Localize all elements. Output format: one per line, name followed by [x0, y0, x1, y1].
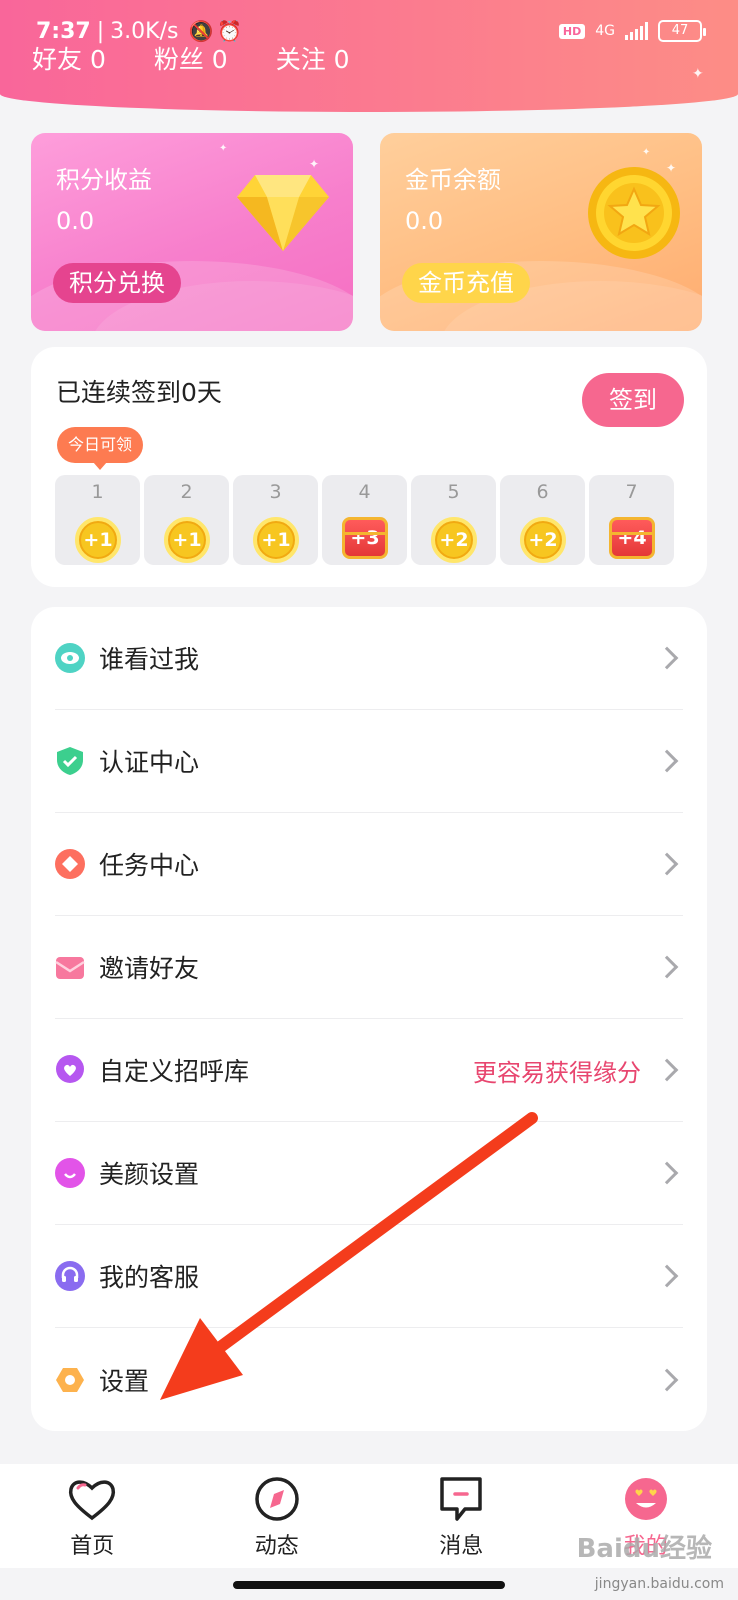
tab-home[interactable]: 首页: [0, 1464, 185, 1568]
fans-count[interactable]: 粉丝 0: [154, 40, 228, 76]
envelope-icon: [55, 952, 85, 982]
eye-icon: [55, 643, 85, 673]
battery-level: 47: [671, 23, 689, 38]
checkin-days: 1 +1 2 +1 3 +1 4 +3 5 +2 6 +2 7 +4: [55, 475, 674, 565]
chevron-right-icon: [655, 1161, 679, 1185]
treasure-chest-icon: +3: [342, 517, 388, 559]
tab-label: 消息: [439, 1534, 484, 1559]
battery-icon: 47: [658, 20, 706, 42]
coin-icon: +2: [431, 517, 477, 563]
checkin-streak: 已连续签到0天: [56, 378, 222, 407]
diamond-icon: [237, 175, 329, 251]
coins-recharge-button[interactable]: 金币充值: [402, 263, 530, 303]
day-number: 6: [536, 481, 549, 503]
day-number: 1: [91, 481, 104, 503]
menu-item-greetings[interactable]: 自定义招呼库 更容易获得缘分: [55, 1019, 683, 1122]
treasure-chest-icon: +4: [609, 517, 655, 559]
chevron-right-icon: [655, 1368, 679, 1391]
checkin-day[interactable]: 6 +2: [500, 475, 585, 565]
menu-item-label: 认证中心: [99, 748, 200, 777]
friends-count[interactable]: 好友 0: [32, 40, 106, 76]
menu-item-label: 谁看过我: [99, 645, 200, 674]
sparkle-icon: ✦: [642, 147, 651, 158]
greetings-hint: 更容易获得缘分: [473, 1058, 641, 1087]
coin-icon: +1: [75, 517, 121, 563]
checkin-day[interactable]: 4 +3: [322, 475, 407, 565]
diamond-task-icon: [55, 849, 85, 879]
coins-value: 0.0: [405, 207, 444, 235]
network-type: 4G: [595, 23, 615, 39]
coins-card[interactable]: ✦ ✦ 金币余额 0.0 金币充值: [380, 133, 702, 331]
coin-icon: +1: [164, 517, 210, 563]
checkin-day[interactable]: 7 +4: [589, 475, 674, 565]
sparkle-icon: ✦: [219, 143, 228, 154]
menu-list: 谁看过我 认证中心 任务中心 邀请好友 自定义招呼库 更容易获得缘分 美颜设置 …: [31, 607, 707, 1431]
menu-item-label: 自定义招呼库: [99, 1057, 250, 1086]
points-title: 积分收益: [56, 166, 152, 194]
menu-item-label: 我的客服: [99, 1263, 200, 1292]
social-stats: 好友 0 粉丝 0 关注 0: [32, 40, 350, 76]
menu-item-who-viewed-me[interactable]: 谁看过我: [55, 607, 683, 710]
chevron-right-icon: [655, 646, 679, 670]
checkin-day[interactable]: 1 +1: [55, 475, 140, 565]
emoji-face-icon: [624, 1478, 667, 1520]
checkin-panel: 已连续签到0天 签到 今日可领 1 +1 2 +1 3 +1 4 +3 5 +2…: [31, 347, 707, 587]
points-exchange-button[interactable]: 积分兑换: [53, 263, 181, 303]
headset-icon: [55, 1261, 85, 1291]
menu-item-beauty[interactable]: 美颜设置: [55, 1122, 683, 1225]
profile-header: 7:37 | 3.0K/s 🔕 ⏰ HD 4G 47 好友 0 粉丝 0 关注 …: [0, 0, 738, 112]
gear-icon: [55, 1365, 85, 1395]
menu-item-label: 设置: [99, 1366, 150, 1396]
chevron-right-icon: [655, 955, 679, 979]
hd-badge: HD: [558, 23, 586, 39]
day-number: 7: [625, 481, 638, 503]
day-number: 3: [269, 481, 282, 503]
tab-label: 动态: [254, 1534, 299, 1559]
chevron-right-icon: [655, 749, 679, 773]
sparkle-icon: ✦: [692, 66, 704, 82]
compass-icon: [255, 1477, 299, 1521]
home-indicator[interactable]: [233, 1581, 505, 1589]
checkin-day[interactable]: 3 +1: [233, 475, 318, 565]
following-count[interactable]: 关注 0: [276, 40, 350, 76]
smile-icon: [55, 1158, 85, 1188]
checkin-day[interactable]: 5 +2: [411, 475, 496, 565]
shield-check-icon: [55, 746, 85, 776]
menu-item-label: 美颜设置: [99, 1160, 200, 1189]
day-number: 5: [447, 481, 460, 503]
today-claimable-tag: 今日可领: [57, 427, 144, 470]
day-number: 4: [358, 481, 371, 503]
coin-icon: +1: [253, 517, 299, 563]
menu-item-customer-service[interactable]: 我的客服: [55, 1225, 683, 1328]
heart-chat-icon: [55, 1055, 85, 1085]
checkin-day[interactable]: 2 +1: [144, 475, 229, 565]
menu-item-verification[interactable]: 认证中心: [55, 710, 683, 813]
tab-moments[interactable]: 动态: [185, 1464, 370, 1568]
tab-messages[interactable]: 消息: [369, 1464, 554, 1568]
chevron-right-icon: [655, 1058, 679, 1082]
chevron-right-icon: [655, 1264, 679, 1288]
points-card[interactable]: ✦ ✦ 积分收益 0.0 积分兑换: [31, 133, 353, 331]
heart-outline-icon: [69, 1480, 116, 1521]
coin-icon: +2: [520, 517, 566, 563]
tab-label: 首页: [70, 1534, 115, 1559]
menu-item-label: 任务中心: [99, 851, 200, 880]
menu-item-tasks[interactable]: 任务中心: [55, 813, 683, 916]
baidu-watermark-url: jingyan.baidu.com: [594, 1576, 724, 1592]
points-value: 0.0: [56, 207, 95, 235]
chat-icon: [440, 1477, 482, 1521]
menu-item-label: 邀请好友: [99, 954, 200, 983]
menu-item-settings[interactable]: 设置: [55, 1328, 683, 1431]
chevron-right-icon: [655, 852, 679, 876]
star-coin-icon: [588, 167, 680, 259]
baidu-watermark: Baidu经验: [576, 1534, 712, 1564]
coins-title: 金币余额: [405, 166, 501, 194]
signal-icon: [625, 22, 648, 40]
checkin-button[interactable]: 签到: [582, 373, 684, 427]
menu-item-invite[interactable]: 邀请好友: [55, 916, 683, 1019]
day-number: 2: [180, 481, 193, 503]
